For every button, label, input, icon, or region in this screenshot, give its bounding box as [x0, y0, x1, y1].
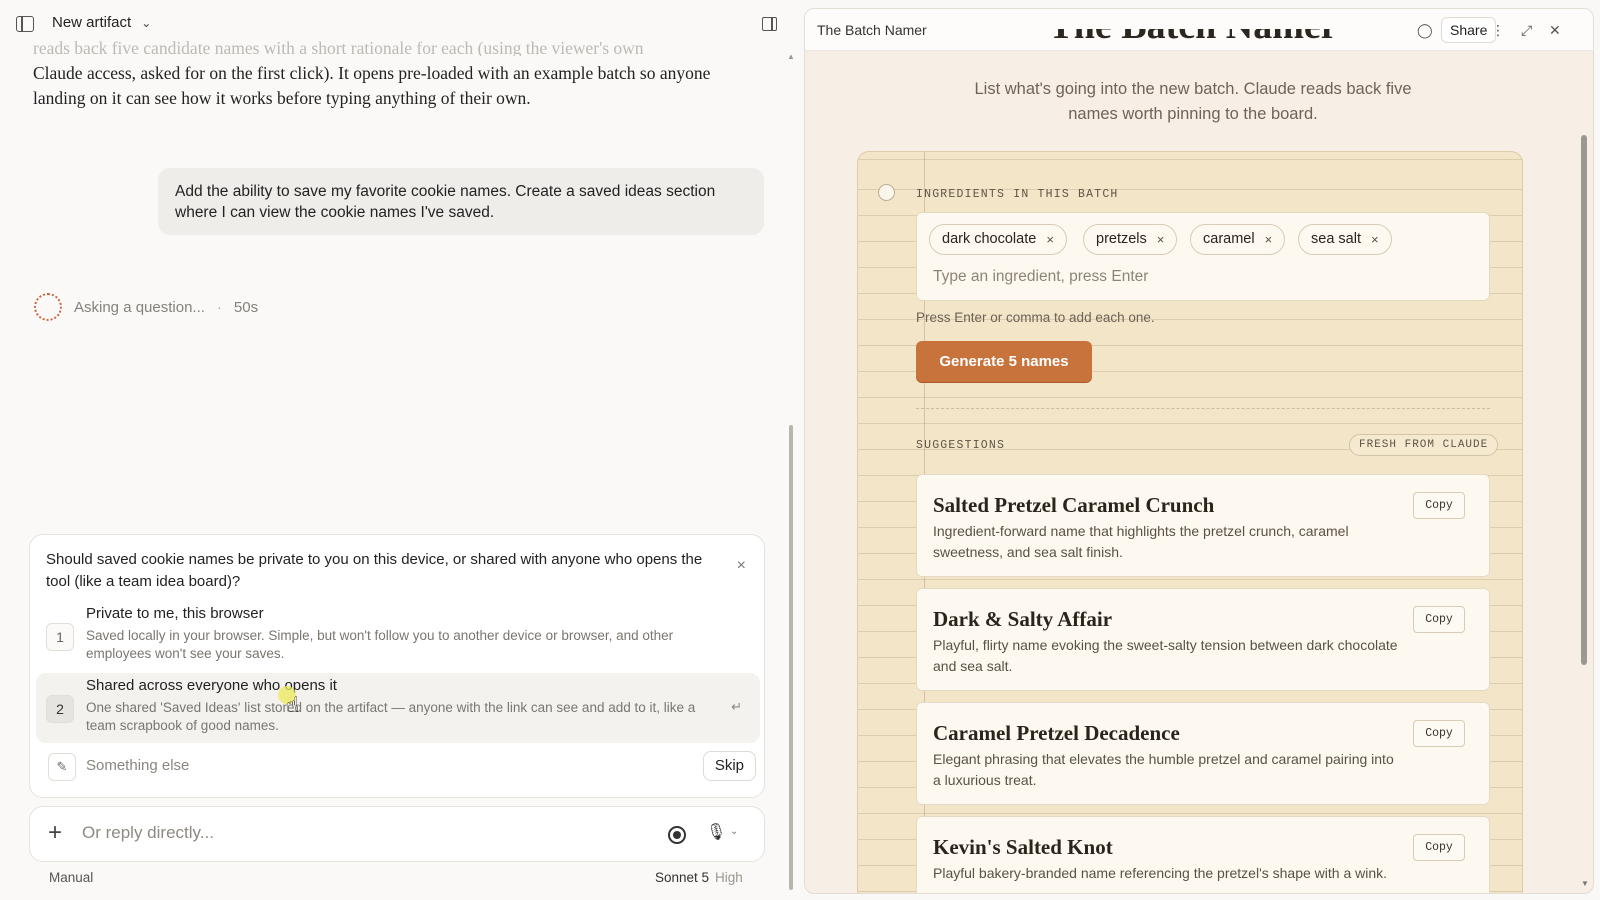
scroll-down-icon[interactable]: ▼: [1581, 879, 1589, 888]
faded-previous-text: reads back five candidate names with a s…: [33, 40, 644, 56]
panel-toggle-icon[interactable]: [762, 17, 777, 31]
suggestion-description: Playful, flirty name evoking the sweet-s…: [933, 637, 1398, 674]
microphone-icon[interactable]: 🎙: [706, 822, 726, 842]
ingredient-chip: pretzels ×: [1083, 224, 1178, 255]
option-title: Private to me, this browser: [86, 605, 264, 622]
skip-button[interactable]: Skip: [702, 751, 756, 781]
binder-hole-icon: [878, 184, 895, 201]
copy-button[interactable]: Copy: [1413, 492, 1465, 519]
chevron-down-icon: ⌄: [141, 15, 152, 30]
model-name: Sonnet 5: [655, 870, 710, 885]
remove-chip-icon[interactable]: ×: [1157, 225, 1165, 254]
notebook-card: INGREDIENTS IN THIS BATCH dark chocolate…: [857, 151, 1523, 893]
chat-pane: New artifact ⌄ reads back five candidate…: [0, 0, 800, 900]
ingredient-chip: dark chocolate ×: [929, 224, 1067, 255]
user-message: Add the ability to save my favorite cook…: [158, 168, 764, 235]
remove-chip-icon[interactable]: ×: [1265, 225, 1273, 254]
suggestion-description: Elegant phrasing that elevates the humbl…: [933, 751, 1394, 788]
model-selector[interactable]: Sonnet 5 High: [655, 870, 743, 885]
question-text: Should saved cookie names be private to …: [46, 551, 703, 590]
status-row: Asking a question... · 50s: [34, 293, 258, 321]
suggestion-card: Dark & Salty Affair Playful, flirty name…: [916, 588, 1490, 691]
option-shared[interactable]: 2 Shared across everyone who opens it On…: [36, 673, 760, 743]
enter-icon: ↵: [731, 699, 742, 714]
status-time: 50s: [233, 298, 259, 316]
chevron-down-icon[interactable]: ⌄: [730, 826, 738, 837]
suggestion-description: Playful bakery-branded name referencing …: [933, 865, 1388, 881]
suggestion-card: Kevin's Salted Knot Playful bakery-brand…: [916, 816, 1490, 893]
something-else-row[interactable]: ✎ Something else Skip: [36, 747, 760, 787]
suggestion-card: Caramel Pretzel Decadence Elegant phrasi…: [916, 702, 1490, 805]
chip-label: dark chocolate: [942, 231, 1037, 247]
something-else-label: Something else: [86, 757, 190, 774]
divider: [916, 408, 1490, 409]
artifact-scrollbar[interactable]: [1581, 135, 1587, 665]
ingredient-chip: sea salt ×: [1298, 224, 1392, 255]
artifact-pane: The Batch Namer ◯ Share ⋮ ⤢ ✕ The Batch …: [804, 8, 1594, 894]
add-attachment-icon[interactable]: +: [48, 819, 62, 847]
copy-button[interactable]: Copy: [1413, 720, 1465, 747]
reply-composer[interactable]: + Or reply directly... 🎙 ⌄: [29, 806, 765, 862]
chip-label: caramel: [1203, 231, 1255, 247]
generate-names-button[interactable]: Generate 5 names: [916, 341, 1092, 382]
fresh-badge: FRESH FROM CLAUDE: [1349, 434, 1499, 456]
mode-selector[interactable]: Manual: [49, 870, 93, 885]
remove-chip-icon[interactable]: ×: [1371, 225, 1379, 254]
copy-button[interactable]: Copy: [1413, 834, 1465, 861]
scroll-up-icon[interactable]: ▲: [787, 52, 795, 61]
suggestions-label: SUGGESTIONS: [916, 439, 1006, 452]
suggestion-name: Caramel Pretzel Decadence: [933, 721, 1180, 745]
hand-cursor-icon: ☝: [286, 692, 300, 717]
ingredient-chip: caramel ×: [1190, 224, 1286, 255]
chat-scrollbar[interactable]: [789, 425, 793, 890]
option-description: One shared 'Saved Ideas' list stored on …: [86, 700, 696, 733]
artifact-title-dropdown[interactable]: New artifact ⌄: [52, 14, 151, 31]
ingredients-box[interactable]: dark chocolate × pretzels × caramel × sea s…: [916, 212, 1490, 301]
spinner-icon: [34, 293, 62, 321]
remove-chip-icon[interactable]: ×: [1046, 225, 1054, 254]
suggestion-card: Salted Pretzel Caramel Crunch Ingredient…: [916, 474, 1490, 577]
reply-input[interactable]: Or reply directly...: [82, 823, 214, 843]
option-number: 2: [46, 695, 74, 723]
effort-level: High: [715, 870, 743, 885]
option-private[interactable]: 1 Private to me, this browser Saved loca…: [36, 601, 760, 671]
suggestion-name: Salted Pretzel Caramel Crunch: [933, 493, 1215, 517]
chip-label: sea salt: [1311, 231, 1361, 247]
chip-label: pretzels: [1096, 231, 1147, 247]
question-card: Should saved cookie names be private to …: [29, 534, 765, 798]
option-number: 1: [46, 623, 74, 651]
suggestion-name: Kevin's Salted Knot: [933, 835, 1113, 859]
sidebar-toggle-icon[interactable]: [16, 16, 34, 32]
pencil-icon: ✎: [48, 753, 76, 781]
option-description: Saved locally in your browser. Simple, b…: [86, 628, 674, 661]
status-separator: ·: [216, 298, 222, 316]
ingredient-input[interactable]: Type an ingredient, press Enter: [933, 268, 1148, 286]
close-icon[interactable]: ×: [737, 557, 746, 575]
suggestion-description: Ingredient-forward name that highlights …: [933, 523, 1349, 560]
ingredient-hint: Press Enter or comma to add each one.: [916, 310, 1155, 325]
record-icon[interactable]: [668, 826, 686, 844]
suggestion-name: Dark & Salty Affair: [933, 607, 1113, 631]
page-title: The Batch Namer: [805, 29, 1581, 55]
ingredients-label: INGREDIENTS IN THIS BATCH: [916, 188, 1119, 201]
copy-button[interactable]: Copy: [1413, 606, 1465, 633]
status-text: Asking a question...: [74, 298, 205, 316]
assistant-message: Claude access, asked for on the first cl…: [33, 63, 711, 108]
page-subtitle: List what's going into the new batch. Cl…: [974, 80, 1412, 123]
artifact-title: New artifact: [52, 14, 132, 31]
